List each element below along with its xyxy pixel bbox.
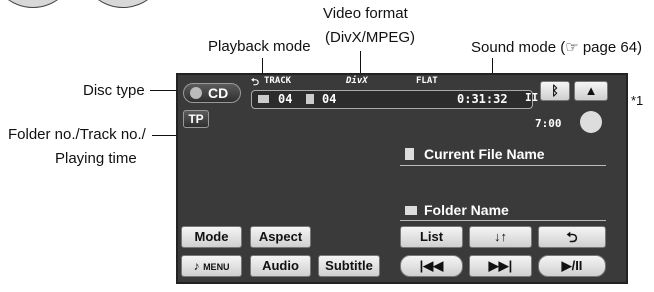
bluetooth-icon: ᛒ (551, 83, 559, 98)
track-number: 04 (322, 92, 337, 106)
menu-button[interactable]: ♪ MENU (181, 255, 242, 277)
play-pause-icon: ▶/II (561, 258, 583, 273)
folder-name: Folder Name (424, 202, 509, 218)
folder-number: 04 (278, 92, 293, 106)
callout-playback-mode: Playback mode (208, 38, 311, 55)
adjust-arrows-icon[interactable] (580, 111, 602, 133)
video-format-indicator: DivX (346, 76, 368, 86)
callout-video-format-2: (DivX/MPEG) (325, 29, 415, 46)
audio-label: Audio (262, 258, 299, 273)
prev-icon: |◀◀ (419, 258, 444, 273)
callout-sound-mode: Sound mode (☞ page 64) (471, 39, 643, 56)
repeat-button[interactable]: ⮌ (538, 226, 606, 248)
disc-type-label: CD (208, 85, 229, 101)
callout-folder-1: Folder no./Track no./ (8, 126, 146, 143)
file-icon (306, 94, 314, 104)
tp-label: TP (188, 112, 204, 126)
play-pause-button[interactable]: ▶/II (538, 255, 606, 277)
mode-button[interactable]: Mode (181, 226, 242, 248)
clock: 7:00 (535, 117, 562, 130)
next-button[interactable]: ▶▶| (469, 255, 532, 277)
bluetooth-button[interactable]: ᛒ (540, 81, 570, 101)
disc-type-button[interactable]: CD (183, 83, 241, 103)
list-label: List (419, 229, 444, 244)
playing-time: 0:31:32 (457, 92, 508, 106)
audio-button[interactable]: Audio (250, 255, 311, 277)
callout-disc-type: Disc type (83, 82, 145, 99)
current-file-name: Current File Name (424, 146, 545, 162)
disc-graphic-right (80, 0, 166, 8)
callout-video-format-1: Video format (323, 5, 408, 22)
playback-mode-indicator: TRACK (264, 76, 292, 86)
menu-label: MENU (203, 262, 230, 272)
disc-graphic-left (0, 0, 76, 8)
folder-down-up-button[interactable]: ↓↑ (469, 226, 532, 248)
callout-folder-2: Playing time (55, 150, 137, 167)
folder-down-up-label: ↓↑ (494, 229, 507, 244)
pause-indicator: II (525, 91, 539, 104)
track-info-bar: 04 04 0:31:32 (251, 90, 533, 109)
callout-note-marker: *1 (631, 93, 644, 108)
folder-icon (405, 206, 417, 215)
file-name-divider (400, 165, 606, 166)
eject-button[interactable]: ▲ (574, 81, 608, 101)
subtitle-label: Subtitle (325, 258, 373, 273)
aspect-label: Aspect (258, 229, 303, 244)
aspect-button[interactable]: Aspect (250, 226, 311, 248)
file-icon (405, 148, 414, 160)
eject-icon: ▲ (584, 83, 598, 98)
tp-button[interactable]: TP (183, 110, 209, 128)
folder-icon (258, 95, 269, 103)
disc-icon (190, 87, 202, 99)
folder-name-divider (400, 220, 606, 221)
next-icon: ▶▶| (488, 258, 513, 273)
mode-label: Mode (194, 229, 229, 244)
subtitle-button[interactable]: Subtitle (318, 255, 380, 277)
prev-button[interactable]: |◀◀ (400, 255, 463, 277)
list-button[interactable]: List (400, 226, 463, 248)
repeat-icon: ⮌ (566, 229, 578, 245)
sound-mode-indicator: FLAT (416, 76, 438, 86)
head-unit-screen: CD ⮌ TRACK DivX FLAT 04 04 0:31:32 II ᛒ … (176, 73, 628, 284)
note-icon: ♪ (193, 259, 200, 273)
